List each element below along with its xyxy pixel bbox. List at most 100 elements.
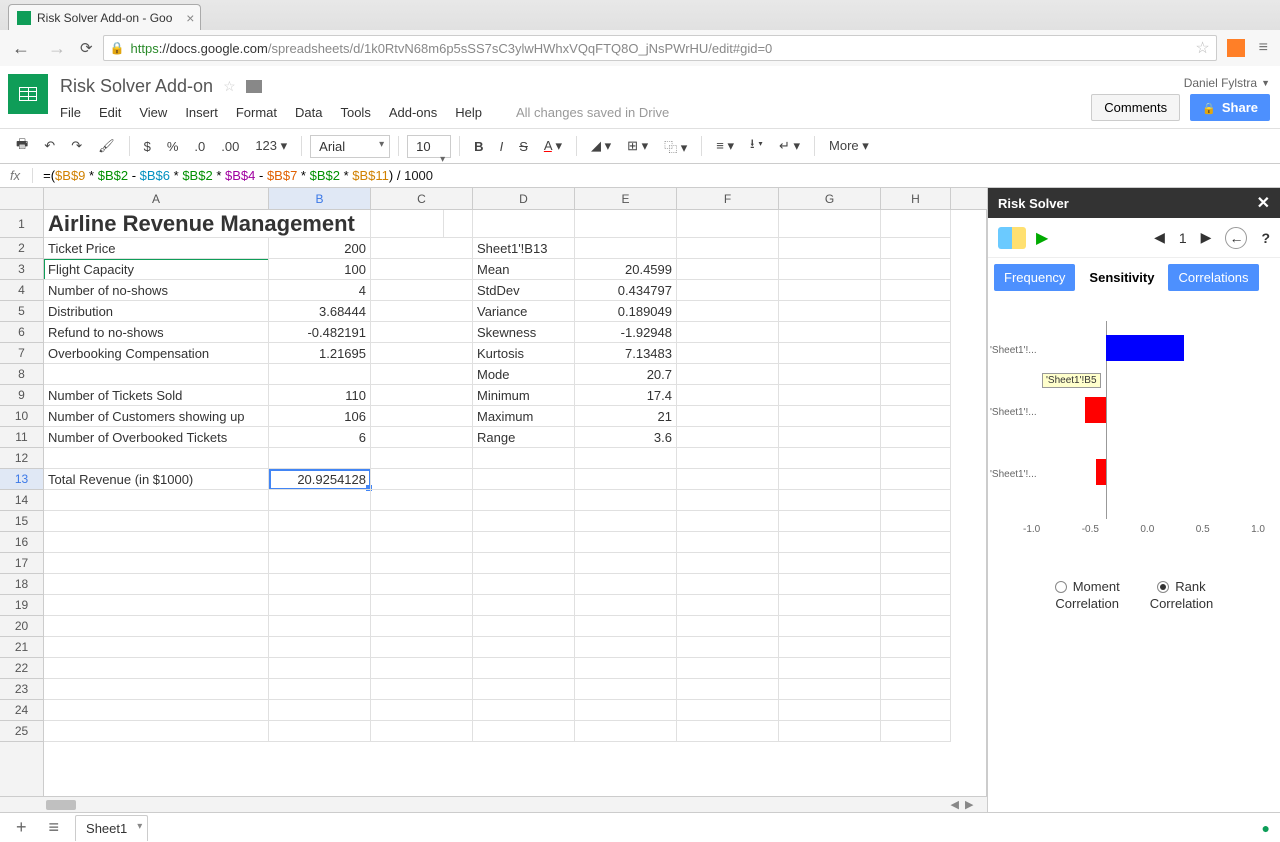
bulb-icon[interactable] [998,227,1026,249]
share-button[interactable]: Share [1190,94,1270,121]
cell[interactable] [677,658,779,679]
cell[interactable]: 20.4599 [575,259,677,280]
redo-icon[interactable]: ↷ [65,134,88,158]
cell[interactable] [575,574,677,595]
cell[interactable]: 0.189049 [575,301,677,322]
cell[interactable] [269,210,371,238]
star-icon[interactable]: ☆ [223,78,236,95]
cell[interactable]: Range [473,427,575,448]
cell[interactable] [371,210,473,238]
cell[interactable] [881,637,951,658]
cell[interactable] [779,574,881,595]
menu-addons[interactable]: Add-ons [389,105,437,120]
undo-icon[interactable]: ↶ [38,134,61,158]
cell[interactable]: Sheet1'!B13 [473,238,575,259]
panel-close-icon[interactable]: ✕ [1257,193,1270,213]
cell[interactable] [371,574,473,595]
row-header[interactable]: 8 [0,364,43,385]
cell[interactable] [269,574,371,595]
cell[interactable] [779,637,881,658]
decrease-decimal-icon[interactable]: .0 [188,135,211,158]
bold-icon[interactable]: B [468,135,489,158]
increase-decimal-icon[interactable]: .00 [215,135,245,158]
cell[interactable] [473,511,575,532]
cell[interactable] [779,364,881,385]
cell[interactable] [371,490,473,511]
cell[interactable] [881,427,951,448]
row-header[interactable]: 3 [0,259,43,280]
column-header[interactable]: H [881,188,951,209]
comments-button[interactable]: Comments [1091,94,1180,121]
cell[interactable]: Maximum [473,406,575,427]
cell[interactable] [779,322,881,343]
row-header[interactable]: 4 [0,280,43,301]
cell[interactable]: 21 [575,406,677,427]
cell[interactable] [779,280,881,301]
cell[interactable] [44,637,269,658]
next-icon[interactable]: ▶ [1201,229,1212,246]
cell[interactable] [371,238,473,259]
cell[interactable] [677,385,779,406]
cell[interactable] [677,490,779,511]
more-formats-icon[interactable]: 123 ▾ [249,134,293,158]
cell[interactable] [269,637,371,658]
menu-tools[interactable]: Tools [340,105,370,120]
print-icon[interactable]: 🖶 [10,131,34,161]
cell[interactable] [881,280,951,301]
cell[interactable] [779,721,881,742]
cell[interactable] [371,679,473,700]
cell[interactable] [44,679,269,700]
cell[interactable] [779,490,881,511]
horizontal-scrollbar[interactable]: ◀▶ [0,796,987,812]
row-header[interactable]: 24 [0,700,43,721]
cell[interactable] [473,469,575,490]
cell[interactable] [371,385,473,406]
row-header[interactable]: 20 [0,616,43,637]
format-currency-icon[interactable]: $ [138,135,157,158]
cell[interactable] [269,553,371,574]
cell[interactable] [677,721,779,742]
row-header[interactable]: 7 [0,343,43,364]
row-header[interactable]: 5 [0,301,43,322]
cell[interactable] [779,595,881,616]
cell[interactable] [779,679,881,700]
fill-color-icon[interactable]: ◢ ▾ [585,134,617,158]
cell[interactable] [779,448,881,469]
user-menu[interactable]: Daniel Fylstra▼ [1184,76,1270,90]
cell[interactable] [575,637,677,658]
cell[interactable]: Flight Capacity [44,259,269,280]
cell[interactable]: Number of Customers showing up [44,406,269,427]
cell[interactable]: 106 [269,406,371,427]
cell[interactable] [881,469,951,490]
italic-icon[interactable]: I [494,135,510,158]
strikethrough-icon[interactable]: S [513,135,534,158]
cell[interactable] [371,700,473,721]
cell[interactable] [371,511,473,532]
cell[interactable] [779,406,881,427]
menu-edit[interactable]: Edit [99,105,121,120]
play-icon[interactable]: ▶ [1036,228,1048,248]
cell[interactable] [44,721,269,742]
cell[interactable]: Number of no-shows [44,280,269,301]
cell[interactable] [473,637,575,658]
cell[interactable] [677,679,779,700]
cell[interactable] [371,595,473,616]
cell[interactable]: Number of Overbooked Tickets [44,427,269,448]
cell[interactable] [881,301,951,322]
row-header[interactable]: 17 [0,553,43,574]
cell[interactable] [779,385,881,406]
cell[interactable] [677,364,779,385]
document-title[interactable]: Risk Solver Add-on [60,76,213,97]
tab-close-icon[interactable]: × [186,10,194,26]
cell[interactable] [575,679,677,700]
cell[interactable]: Number of Tickets Sold [44,385,269,406]
cell[interactable] [779,427,881,448]
font-select[interactable]: Arial [310,135,390,158]
cell[interactable] [881,364,951,385]
cell[interactable] [881,322,951,343]
cell[interactable] [473,532,575,553]
cell[interactable] [371,553,473,574]
wrap-icon[interactable]: ↵ ▾ [773,134,806,158]
cell[interactable] [677,700,779,721]
cell[interactable] [677,280,779,301]
